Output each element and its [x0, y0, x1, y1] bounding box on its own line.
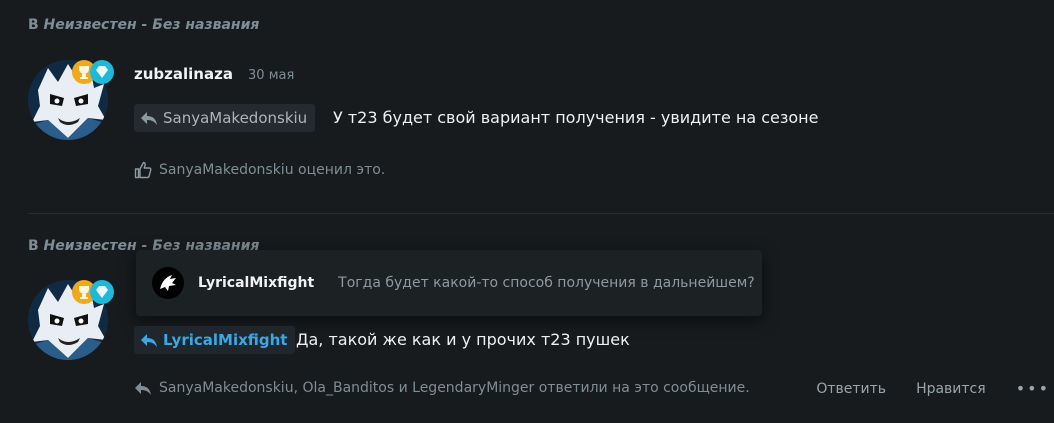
likes-text: SanyaMakedonskiu оценил это. [159, 162, 386, 178]
reply-arrow-icon [141, 334, 157, 347]
more-options-icon[interactable]: ••• [1016, 379, 1050, 398]
message-actions: Ответить Нравится ••• [816, 379, 1054, 398]
replies-summary[interactable]: SanyaMakedonskiu, Ola_Banditos и Legenda… [134, 380, 750, 396]
reply-arrow-icon [141, 112, 157, 125]
popup-author-name: LyricalMixfight [198, 275, 315, 291]
reply-reference[interactable]: SanyaMakedonskiu [134, 104, 316, 132]
reply-button[interactable]: Ответить [816, 381, 886, 397]
message-divider [28, 213, 1054, 214]
replies-text: SanyaMakedonskiu, Ola_Banditos и Legenda… [159, 380, 750, 396]
author-name[interactable]: zubzalinaza [134, 65, 233, 83]
diamond-badge-icon[interactable] [90, 60, 114, 84]
reply-to-name: LyricalMixfight [163, 331, 288, 349]
context-prefix: В [28, 17, 39, 33]
quoted-message-popup[interactable]: LyricalMixfight Тогда будет какой-то спо… [136, 250, 762, 316]
reply-reference[interactable]: LyricalMixfight [134, 326, 296, 354]
context-prefix: В [28, 238, 39, 254]
popup-message-text: Тогда будет какой-то способ получения в … [338, 275, 755, 291]
message-text: У т23 будет свой вариант получения - уви… [333, 108, 819, 127]
thumbs-up-icon [134, 161, 152, 179]
dragon-logo-icon [160, 275, 176, 291]
likes-summary[interactable]: SanyaMakedonskiu оценил это. [134, 161, 385, 179]
reply-to-name: SanyaMakedonskiu [163, 109, 308, 127]
reply-arrow-icon [135, 382, 151, 395]
message-text: Да, такой же как и у прочих т23 пушек [296, 330, 630, 349]
diamond-badge-icon[interactable] [90, 280, 114, 304]
message-date[interactable]: 30 мая [248, 68, 294, 83]
post-context: В Неизвестен - Без названия [28, 17, 259, 33]
message-header: zubzalinaza 30 мая [134, 64, 294, 83]
like-button[interactable]: Нравится [916, 381, 986, 397]
chat-page: В Неизвестен - Без названия zubzalinaza … [0, 0, 1054, 423]
context-channel-link[interactable]: Неизвестен - Без названия [44, 17, 260, 33]
popup-avatar [152, 267, 184, 299]
